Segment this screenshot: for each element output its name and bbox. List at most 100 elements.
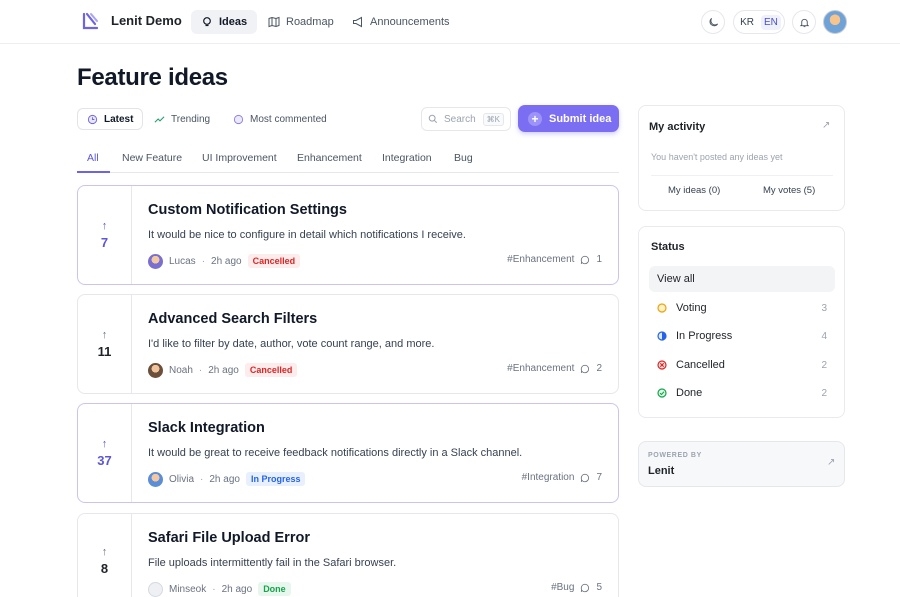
tab-integration[interactable]: Integration	[382, 152, 432, 164]
lenit-logo-icon[interactable]	[81, 11, 101, 33]
external-link-icon[interactable]: ↗	[822, 120, 830, 131]
idea-description: It would be great to receive feedback no…	[148, 447, 523, 459]
separator-dot: ·	[201, 255, 206, 267]
comment-count: 7	[596, 472, 602, 483]
idea-tag[interactable]: #Enhancement	[507, 254, 574, 265]
vote-button[interactable]: ↑ 37	[78, 404, 132, 502]
comment-count: 2	[596, 363, 602, 374]
idea-meta: Lucas · 2h ago Cancelled	[148, 252, 301, 270]
idea-tag[interactable]: #Integration	[522, 472, 575, 483]
idea-tags: #Enhancement 2	[507, 363, 602, 374]
nav-ideas[interactable]: Ideas	[191, 10, 258, 34]
brand-name[interactable]: Lenit Demo	[111, 13, 182, 28]
sort-trending[interactable]: Trending	[145, 108, 219, 130]
status-done[interactable]: Done 2	[649, 380, 835, 406]
status-label: Done	[676, 387, 703, 399]
author-name: Olivia	[169, 473, 195, 485]
idea-tags: #Enhancement 1	[507, 254, 602, 265]
separator-dot: ·	[198, 364, 203, 376]
separator-dot: ·	[212, 583, 216, 595]
idea-card[interactable]: ↑ 37 Slack Integration It would be great…	[77, 403, 619, 503]
vote-button[interactable]: ↑ 8	[78, 514, 132, 597]
vote-count: 8	[100, 561, 109, 576]
powered-by-card[interactable]: POWERED BY Lenit ↗	[638, 441, 845, 487]
done-status-icon	[657, 388, 667, 398]
sort-latest-label: Latest	[104, 113, 134, 125]
status-count: 2	[821, 387, 827, 399]
tab-ui-improvement[interactable]: UI Improvement	[202, 152, 277, 164]
tab-new-feature[interactable]: New Feature	[122, 152, 182, 164]
vote-button[interactable]: ↑ 7	[78, 186, 132, 284]
separator-dot: ·	[200, 473, 204, 485]
status-in-progress[interactable]: In Progress 4	[649, 323, 835, 349]
status-view-all[interactable]: View all	[649, 266, 835, 292]
notifications-button[interactable]	[792, 10, 816, 34]
user-avatar[interactable]	[823, 10, 847, 34]
voting-status-icon	[657, 303, 667, 313]
activity-title: My activity	[649, 121, 706, 133]
vote-button[interactable]: ↑ 11	[78, 295, 132, 393]
lang-kr[interactable]: KR	[737, 15, 757, 30]
status-label: Cancelled	[676, 359, 725, 371]
moon-icon	[709, 17, 718, 26]
idea-title[interactable]: Slack Integration	[148, 420, 265, 436]
search-input[interactable]: Search ⌘K	[421, 107, 511, 131]
status-cancelled[interactable]: Cancelled 2	[649, 352, 835, 378]
nav-announcements[interactable]: Announcements	[342, 10, 460, 34]
author-avatar	[148, 253, 163, 269]
nav-roadmap-label: Roadmap	[286, 16, 334, 28]
author-name: Minseok	[169, 583, 207, 595]
status-count: 2	[821, 359, 827, 371]
search-placeholder: Search	[444, 113, 476, 125]
activity-empty-text: You haven't posted any ideas yet	[651, 152, 783, 162]
idea-tag[interactable]: #Enhancement	[507, 363, 574, 374]
lang-en[interactable]: EN	[761, 14, 781, 30]
sort-latest[interactable]: Latest	[77, 108, 144, 130]
submit-idea-label: Submit idea	[549, 112, 612, 125]
upvote-arrow-icon: ↑	[101, 329, 108, 341]
vote-count: 11	[97, 344, 112, 359]
idea-title[interactable]: Safari File Upload Error	[148, 530, 310, 546]
megaphone-icon	[353, 16, 362, 28]
powered-by-label: POWERED BY	[648, 452, 702, 459]
idea-meta: Minseok · 2h ago Done	[148, 580, 291, 597]
sort-trending-label: Trending	[171, 113, 211, 125]
author-avatar	[148, 581, 163, 597]
idea-title[interactable]: Advanced Search Filters	[148, 311, 317, 327]
lightbulb-icon	[203, 17, 211, 27]
status-label: In Progress	[676, 330, 733, 342]
idea-card[interactable]: ↑ 11 Advanced Search Filters I'd like to…	[77, 294, 619, 394]
status-view-all-label: View all	[657, 273, 695, 285]
upvote-arrow-icon: ↑	[101, 546, 108, 558]
tab-enhancement[interactable]: Enhancement	[297, 152, 362, 164]
plus-icon: +	[528, 111, 542, 126]
idea-title[interactable]: Custom Notification Settings	[148, 202, 347, 218]
nav-roadmap[interactable]: Roadmap	[258, 10, 344, 34]
status-voting[interactable]: Voting 3	[649, 295, 835, 321]
comment-icon	[581, 364, 590, 373]
status-title: Status	[651, 241, 685, 253]
vote-count: 7	[100, 235, 109, 250]
idea-card[interactable]: ↑ 8 Safari File Upload Error File upload…	[77, 513, 619, 597]
in-progress-status-icon	[657, 331, 667, 341]
tab-bug[interactable]: Bug	[454, 152, 473, 164]
comment-icon	[581, 255, 590, 264]
theme-toggle-button[interactable]	[701, 10, 725, 34]
top-bar: Lenit Demo Ideas Roadmap Announcements K…	[0, 0, 900, 44]
my-ideas-button[interactable]: My ideas (0)	[668, 185, 720, 196]
idea-card[interactable]: ↑ 7 Custom Notification Settings It woul…	[77, 185, 619, 285]
language-switcher[interactable]: KR EN	[733, 10, 785, 34]
idea-meta: Olivia · 2h ago In Progress	[148, 470, 306, 488]
tab-all[interactable]: All	[87, 152, 99, 164]
submit-idea-button[interactable]: + Submit idea	[518, 105, 619, 132]
author-avatar	[148, 362, 163, 378]
activity-panel: My activity ↗ You haven't posted any ide…	[638, 105, 845, 211]
author-avatar	[148, 471, 163, 487]
comment-icon	[581, 583, 590, 592]
status-badge: Done	[258, 582, 291, 596]
sort-most-commented[interactable]: Most commented	[224, 108, 336, 130]
status-count: 4	[821, 330, 827, 342]
idea-tag[interactable]: #Bug	[551, 582, 574, 593]
author-name: Noah	[169, 364, 193, 376]
my-votes-button[interactable]: My votes (5)	[763, 185, 815, 196]
